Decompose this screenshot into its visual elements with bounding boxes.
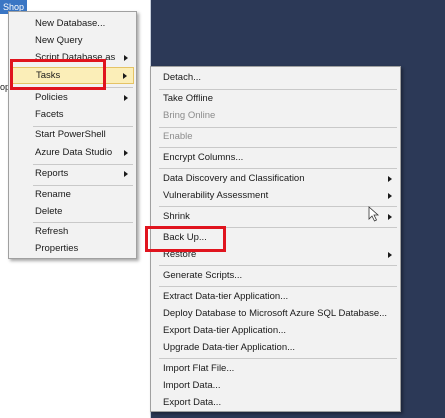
menu-item-label: Generate Scripts... — [163, 270, 243, 281]
menu-item-label: Deploy Database to Microsoft Azure SQL D… — [163, 308, 388, 319]
menu-separator — [159, 358, 397, 359]
menu-item-delete[interactable]: Delete — [11, 203, 134, 220]
menu-separator — [159, 265, 397, 266]
submenu-arrow-icon — [123, 72, 127, 79]
menu-item-new-database[interactable]: New Database... — [11, 15, 134, 32]
menu-item-bring-online: Bring Online — [153, 107, 398, 124]
menu-separator — [159, 286, 397, 287]
menu-item-label: Extract Data-tier Application... — [163, 291, 289, 302]
menu-item-label: Import Data... — [163, 380, 221, 391]
menu-item-upgrade-data-tier[interactable]: Upgrade Data-tier Application... — [153, 339, 398, 356]
menu-item-label: Azure Data Studio — [35, 147, 113, 158]
menu-item-refresh[interactable]: Refresh — [11, 223, 134, 240]
submenu-arrow-icon — [124, 149, 128, 156]
menu-item-label: Reports — [35, 168, 69, 179]
menu-item-take-offline[interactable]: Take Offline — [153, 90, 398, 107]
menu-item-label: Properties — [35, 243, 79, 254]
menu-separator — [159, 147, 397, 148]
menu-item-export-data[interactable]: Export Data... — [153, 394, 398, 411]
highlight-box-back-up — [145, 226, 226, 252]
menu-item-azure-data-studio[interactable]: Azure Data Studio — [11, 144, 134, 161]
menu-item-new-query[interactable]: New Query — [11, 32, 134, 49]
menu-item-label: Policies — [35, 92, 68, 103]
menu-item-label: Refresh — [35, 226, 69, 237]
menu-item-label: Delete — [35, 206, 63, 217]
menu-item-deploy-to-azure[interactable]: Deploy Database to Microsoft Azure SQL D… — [153, 305, 398, 322]
menu-item-rename[interactable]: Rename — [11, 186, 134, 203]
submenu-arrow-icon — [388, 251, 392, 258]
menu-item-label: Upgrade Data-tier Application... — [163, 342, 296, 353]
menu-item-detach[interactable]: Detach... — [153, 69, 398, 86]
menu-item-label: New Database... — [35, 18, 106, 29]
menu-item-label: Rename — [35, 189, 71, 200]
menu-item-export-data-tier[interactable]: Export Data-tier Application... — [153, 322, 398, 339]
mouse-cursor-icon — [368, 206, 380, 222]
menu-item-generate-scripts[interactable]: Generate Scripts... — [153, 267, 398, 284]
menu-item-vulnerability-assessment[interactable]: Vulnerability Assessment — [153, 187, 398, 204]
database-context-menu: New Database... New Query Script Databas… — [8, 11, 137, 259]
menu-item-label: Facets — [35, 109, 64, 120]
menu-item-start-powershell[interactable]: Start PowerShell — [11, 126, 134, 143]
submenu-arrow-icon — [124, 54, 128, 61]
submenu-arrow-icon — [388, 213, 392, 220]
submenu-arrow-icon — [124, 94, 128, 101]
submenu-arrow-icon — [388, 192, 392, 199]
menu-item-facets[interactable]: Facets — [11, 106, 134, 123]
menu-item-label: Export Data... — [163, 397, 222, 408]
menu-item-label: Export Data-tier Application... — [163, 325, 287, 336]
menu-item-label: Shrink — [163, 211, 190, 222]
menu-item-label: Encrypt Columns... — [163, 152, 244, 163]
menu-item-data-discovery[interactable]: Data Discovery and Classification — [153, 170, 398, 187]
menu-item-extract-data-tier[interactable]: Extract Data-tier Application... — [153, 288, 398, 305]
menu-item-import-data[interactable]: Import Data... — [153, 377, 398, 394]
menu-item-encrypt-columns[interactable]: Encrypt Columns... — [153, 149, 398, 166]
menu-item-properties[interactable]: Properties — [11, 240, 134, 257]
submenu-arrow-icon — [388, 175, 392, 182]
menu-item-label: Data Discovery and Classification — [163, 173, 305, 184]
highlight-box-tasks — [10, 59, 106, 90]
menu-separator — [159, 168, 397, 169]
menu-item-enable: Enable — [153, 128, 398, 145]
menu-item-label: New Query — [35, 35, 83, 46]
menu-item-label: Bring Online — [163, 110, 216, 121]
menu-item-label: Take Offline — [163, 93, 213, 104]
menu-item-label: Vulnerability Assessment — [163, 190, 269, 201]
menu-item-shrink[interactable]: Shrink — [153, 208, 398, 225]
menu-separator — [159, 206, 397, 207]
menu-item-import-flat-file[interactable]: Import Flat File... — [153, 360, 398, 377]
menu-item-label: Start PowerShell — [35, 129, 106, 140]
menu-item-label: Detach... — [163, 72, 202, 83]
menu-item-label: Enable — [163, 131, 193, 142]
menu-item-policies[interactable]: Policies — [11, 89, 134, 106]
menu-item-reports[interactable]: Reports — [11, 165, 134, 182]
submenu-arrow-icon — [124, 170, 128, 177]
menu-item-label: Import Flat File... — [163, 363, 235, 374]
